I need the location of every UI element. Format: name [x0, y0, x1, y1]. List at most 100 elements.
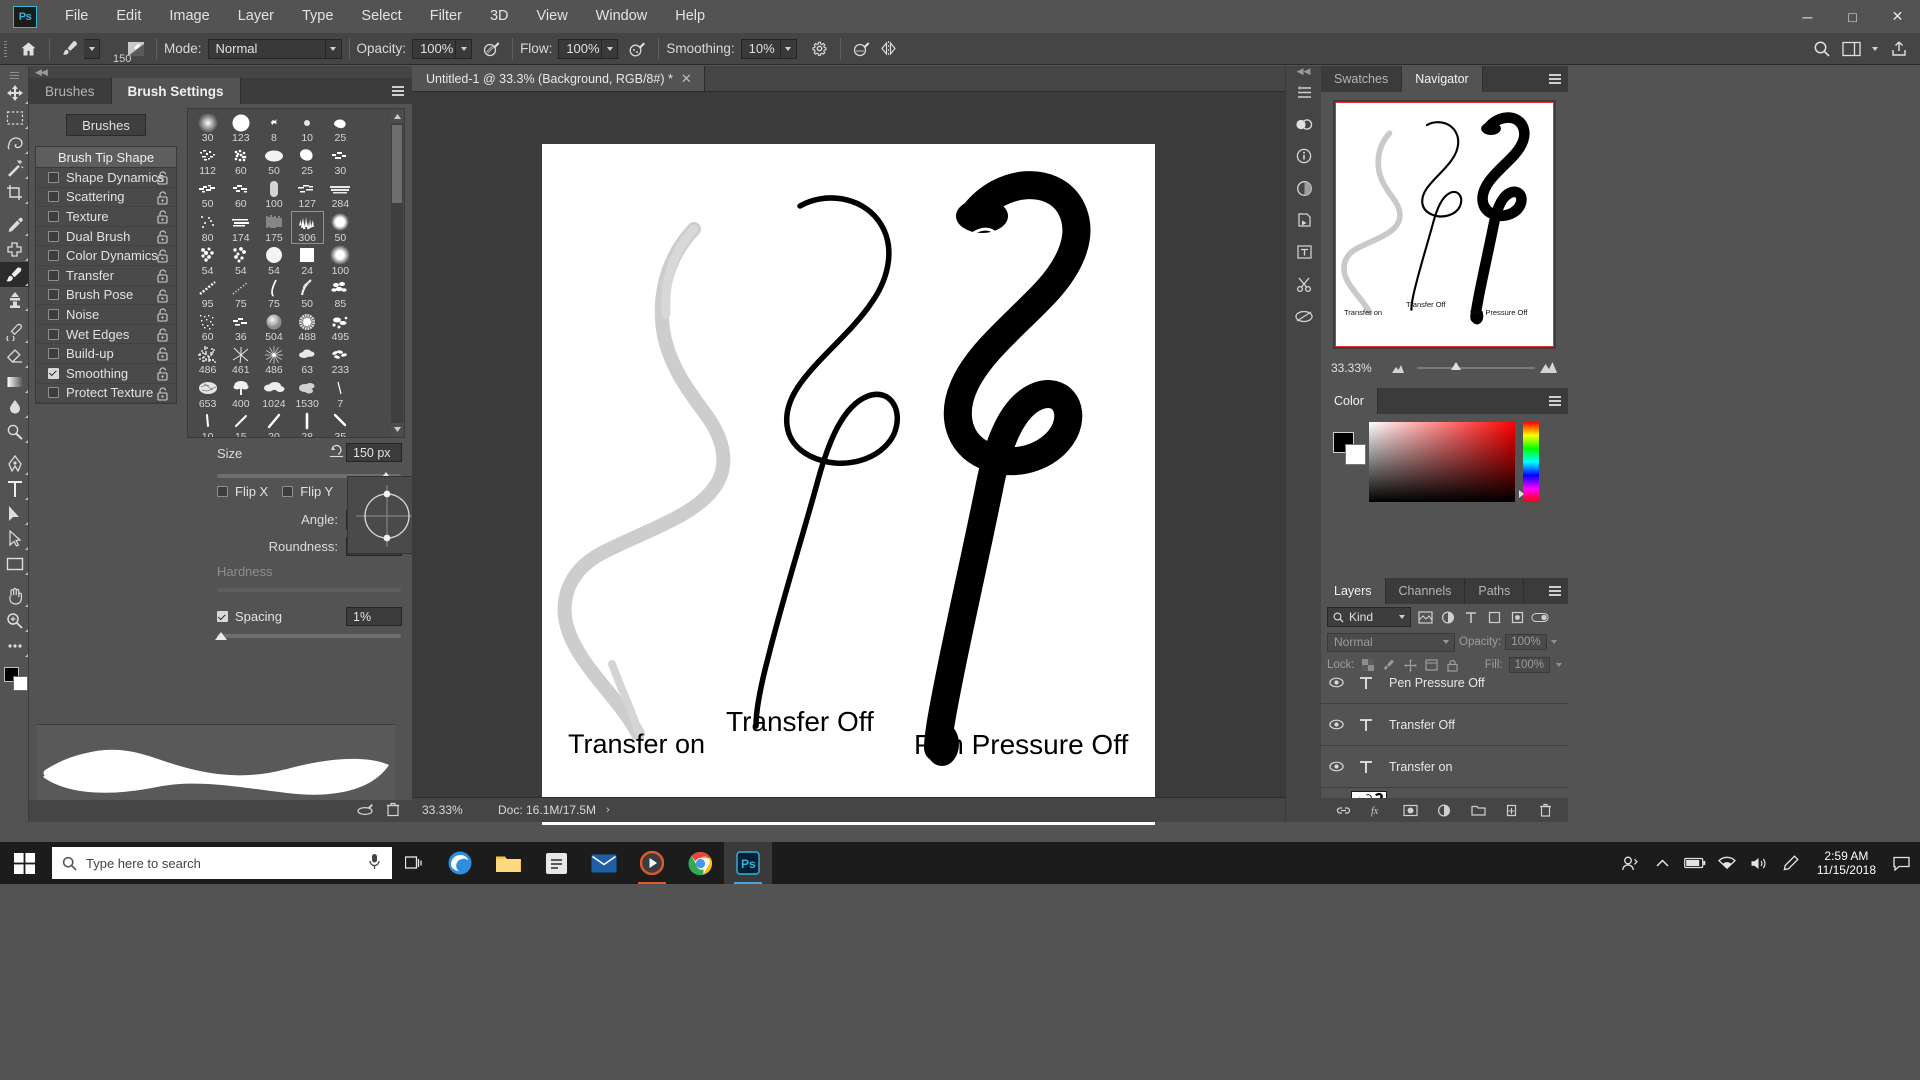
brush-preset-leaf-spray[interactable]: 233: [324, 343, 357, 376]
flow-field[interactable]: 100%: [558, 39, 618, 59]
opacity-dropdown-icon[interactable]: [456, 39, 472, 59]
taskbar-app-store[interactable]: [532, 842, 580, 884]
brush-option-checkbox[interactable]: [48, 172, 59, 183]
color-background-swatch[interactable]: [1345, 444, 1366, 465]
brush-preset-sparkle[interactable]: 486: [257, 343, 290, 376]
lock-icon[interactable]: [156, 367, 169, 384]
brush-preset-soft-round2[interactable]: 100: [324, 244, 357, 277]
canvas[interactable]: Transfer on Transfer Off Pen Pressure Off: [542, 144, 1155, 825]
brush-option-checkbox[interactable]: [48, 211, 59, 222]
taskbar-app-media[interactable]: [628, 842, 676, 884]
brush-option-brush-pose[interactable]: Brush Pose: [36, 286, 176, 306]
brush-preset-dot-cluster2[interactable]: 54: [224, 244, 257, 277]
small-mountain-icon[interactable]: [1391, 362, 1405, 377]
brush-option-checkbox[interactable]: [48, 250, 59, 261]
eyedropper-tool[interactable]: [0, 212, 29, 237]
brush-option-noise[interactable]: Noise: [36, 305, 176, 325]
tab-color[interactable]: Color: [1321, 388, 1378, 414]
lock-icon[interactable]: [156, 249, 169, 266]
minimize-button[interactable]: ─: [1785, 0, 1830, 33]
brush-preset-wide-texture[interactable]: 284: [324, 177, 357, 210]
tools-panel-grip[interactable]: [0, 71, 28, 80]
brush-option-checkbox[interactable]: [48, 329, 59, 340]
chevron-down-icon[interactable]: [326, 39, 342, 59]
taskbar-app-mail[interactable]: [580, 842, 628, 884]
brush-option-checkbox[interactable]: [48, 309, 59, 320]
chevron-down-icon[interactable]: [1868, 36, 1882, 62]
status-zoom[interactable]: 33.33%: [412, 803, 490, 817]
brush-option-color-dynamics[interactable]: Color Dynamics: [36, 246, 176, 266]
brush-option-checkbox[interactable]: [48, 191, 59, 202]
tab-navigator[interactable]: Navigator: [1402, 66, 1483, 92]
pixel-filter-icon[interactable]: [1416, 607, 1434, 627]
clone-stamp-tool[interactable]: [0, 287, 29, 312]
navigator-zoom-value[interactable]: 33.33%: [1331, 361, 1393, 375]
brush-preset-slash-4[interactable]: 28: [291, 410, 324, 437]
brush-preset-hard-round[interactable]: 123: [224, 111, 257, 144]
menu-layer[interactable]: Layer: [224, 0, 288, 33]
color-swatches[interactable]: [1333, 432, 1365, 464]
layer-visibility-icon[interactable]: [1321, 788, 1351, 799]
hand-tool[interactable]: [0, 583, 29, 608]
brush-preset-picker[interactable]: [57, 36, 100, 62]
lock-icon[interactable]: [156, 308, 169, 325]
brush-preset-blob[interactable]: 25: [291, 144, 324, 177]
brush-preset-small-speckle[interactable]: 8: [257, 111, 290, 144]
menu-type[interactable]: Type: [288, 0, 347, 33]
adjustments-icon[interactable]: [1286, 108, 1322, 140]
spacing-slider-thumb[interactable]: [215, 632, 227, 640]
brush-preset-spatter-small[interactable]: 25: [324, 111, 357, 144]
direct-selection-tool[interactable]: [0, 526, 29, 551]
search-icon[interactable]: [1808, 36, 1835, 62]
color-wheel-icon[interactable]: [1286, 172, 1322, 204]
layer-mask-icon[interactable]: [1401, 800, 1421, 820]
brush-option-checkbox[interactable]: [48, 289, 59, 300]
brush-preset-dotted-stroke[interactable]: 75: [224, 277, 257, 310]
close-button[interactable]: ✕: [1875, 0, 1920, 33]
background-color-swatch[interactable]: [13, 676, 28, 691]
layer-filter-kind-select[interactable]: Kind: [1327, 607, 1411, 627]
home-icon[interactable]: [15, 36, 42, 62]
brush-preset-grid[interactable]: 30 123 8 10 25 112 60 50 25 30 50 60 100 127 284 80 174 1…: [187, 108, 405, 438]
smoothing-field[interactable]: 10%: [741, 39, 797, 59]
layer-style-icon[interactable]: fx: [1367, 800, 1387, 820]
brush-tool[interactable]: [0, 262, 29, 287]
brush-preset-streak[interactable]: 174: [224, 211, 257, 244]
taskbar-app-edge[interactable]: [436, 842, 484, 884]
spot-healing-brush-tool[interactable]: [0, 237, 29, 262]
brush-grid-scrollbar[interactable]: [391, 110, 403, 436]
volume-icon[interactable]: [1745, 842, 1773, 884]
tab-layers[interactable]: Layers: [1321, 578, 1386, 604]
hue-strip[interactable]: [1523, 422, 1539, 502]
brush-preset-dashed-stroke[interactable]: 95: [191, 277, 224, 310]
gradient-tool[interactable]: [0, 369, 29, 394]
scroll-up-icon[interactable]: [391, 110, 403, 123]
layer-blend-mode-select[interactable]: Normal: [1327, 633, 1455, 652]
reset-icon[interactable]: [329, 444, 344, 461]
shape-filter-icon[interactable]: [1485, 607, 1503, 627]
layer-row[interactable]: Background: [1321, 788, 1568, 798]
brush-option-smoothing[interactable]: Smoothing: [36, 364, 176, 384]
brush-preset-soft-sphere[interactable]: 504: [257, 310, 290, 343]
brush-preset-cloudy[interactable]: 63: [291, 343, 324, 376]
spacing-slider-track[interactable]: [217, 634, 401, 638]
document-tab[interactable]: Untitled-1 @ 33.3% (Background, RGB/8#) …: [412, 66, 705, 91]
brush-preset-slash-1[interactable]: 10: [191, 410, 224, 437]
new-group-icon[interactable]: [1468, 800, 1488, 820]
lock-icon[interactable]: [156, 230, 169, 247]
brush-preset-scratchy[interactable]: 127: [291, 177, 324, 210]
actions-icon[interactable]: [1286, 204, 1322, 236]
filter-toggle-icon[interactable]: [1531, 607, 1549, 627]
lasso-tool[interactable]: [0, 130, 29, 155]
brush-option-shape-dynamics[interactable]: Shape Dynamics: [36, 168, 176, 188]
brush-preset-curved-hair[interactable]: 75: [257, 277, 290, 310]
hidden-panel-icon[interactable]: [1286, 300, 1322, 332]
lock-icon[interactable]: [156, 171, 169, 188]
layers-menu-icon[interactable]: [1547, 583, 1563, 599]
menu-image[interactable]: Image: [155, 0, 223, 33]
lock-icon[interactable]: [156, 210, 169, 227]
history-brush-tool[interactable]: [0, 319, 29, 344]
size-value[interactable]: 150 px: [346, 443, 402, 462]
microphone-icon[interactable]: [368, 853, 381, 873]
action-center-icon[interactable]: [1888, 842, 1914, 884]
